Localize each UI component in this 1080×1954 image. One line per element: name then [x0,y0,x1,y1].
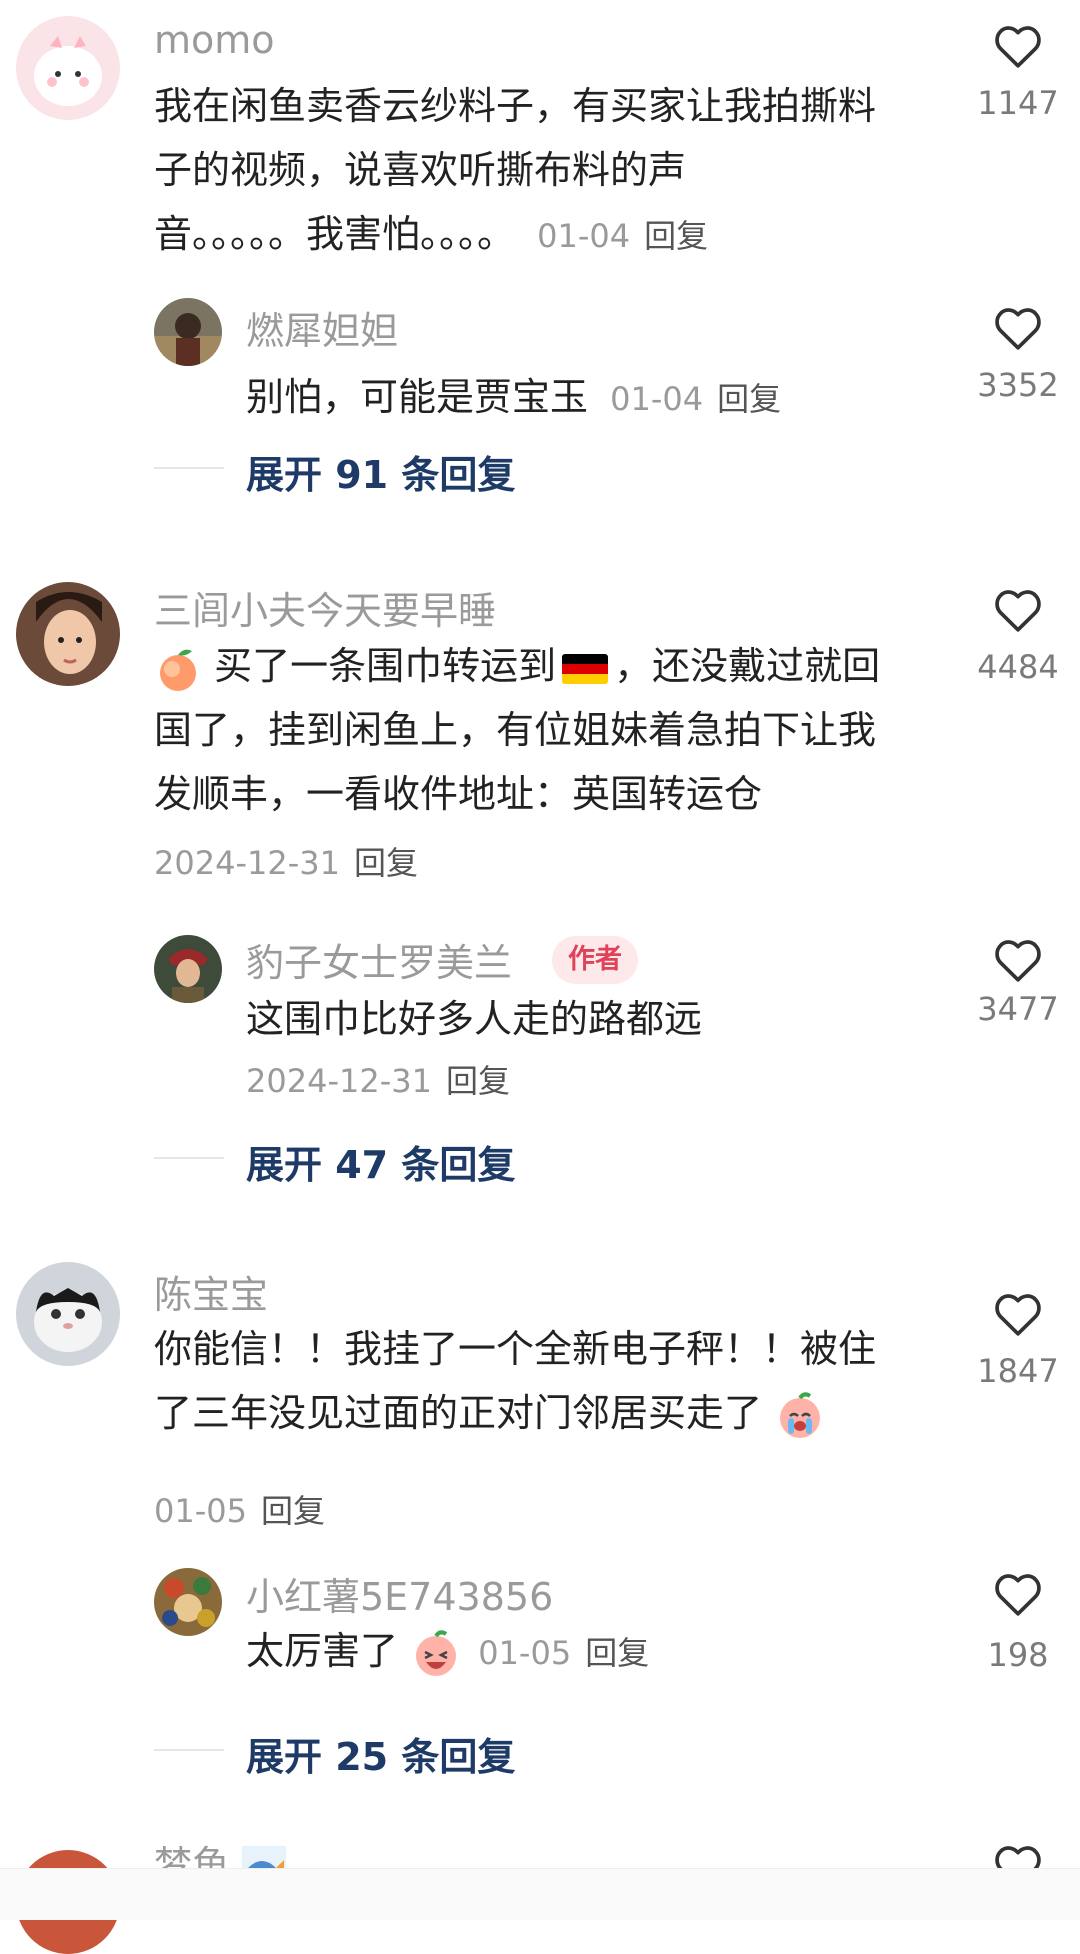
divider [154,467,224,469]
like-button[interactable] [990,1566,1046,1626]
comment-text-line: 国了，挂到闲鱼上，有位姐妹着急拍下让我 [154,708,877,752]
like-button[interactable] [990,582,1046,642]
like-button[interactable] [990,18,1046,78]
comment-text-line: 发顺丰，一看收件地址：英国转运仓 [154,772,763,816]
reply-button[interactable]: 回复 [446,1062,510,1100]
author-badge: 作者 [552,936,638,984]
like-button[interactable] [990,932,1046,992]
comment-author[interactable]: 陈宝宝 [154,1264,268,1319]
like-count: 4484 [977,648,1059,686]
reply-text: 这围巾比好多人走的路都远 [246,997,703,1041]
divider [154,1749,224,1751]
reply-button[interactable]: 回复 [585,1634,649,1672]
comment-text-line: 音。。。。。我害怕。。。。 [154,212,516,256]
divider [154,1157,224,1159]
reply-date: 01-05 [478,1634,572,1672]
avatar-momo[interactable] [16,16,120,120]
expand-replies-button[interactable]: 展开 47 条回复 [246,1134,515,1189]
reply-text: 太厉害了 01-05 回复 [246,1620,649,1680]
comment-author[interactable]: 三闾小夫今天要早睡 [154,580,496,635]
like-count: 3352 [977,366,1059,404]
reply-date: 2024-12-31 [246,1062,432,1100]
reply-text: 别怕，可能是贾宝玉 01-04 回复 [246,375,782,419]
peach-emoji [160,649,196,691]
reply-date: 01-04 [610,380,704,418]
reply-meta: 2024-12-31 回复 [246,1056,510,1102]
like-button[interactable] [990,1286,1046,1346]
comment-date: 2024-12-31 [154,844,340,882]
avatar-reply[interactable] [154,1568,222,1636]
bottom-input-bar[interactable] [0,1868,1080,1920]
heart-outline-icon [995,26,1041,68]
comment-text-line: 子的视频，说喜欢听撕布料的声 [154,148,687,192]
reply-button[interactable]: 回复 [354,844,418,882]
crying-emoji [780,1391,821,1438]
heart-outline-icon [995,308,1041,350]
comment-text: 买了一条围巾转运到 ，还没戴过就回 国了，挂到闲鱼上，有位姐妹着急拍下让我 发顺丰… [154,634,974,826]
comment-text-line: 你能信！！我挂了一个全新电子秤！！被住 [154,1327,877,1371]
expand-replies-button[interactable]: 展开 25 条回复 [246,1726,515,1781]
reply-author[interactable]: 小红薯5E743856 [246,1566,553,1621]
comment-text: 我在闲鱼卖香云纱料子，有买家让我拍撕料 子的视频，说喜欢听撕布料的声 音。。。。… [154,74,954,268]
reply-author[interactable]: 燃犀妲妲 [246,300,398,355]
reply-author[interactable]: 豹子女士罗美兰 [246,932,512,987]
avatar-reply[interactable] [154,298,222,366]
reply-button[interactable]: 回复 [717,380,781,418]
comment-text-line: 我在闲鱼卖香云纱料子，有买家让我拍撕料 [154,84,877,128]
avatar-cat[interactable] [16,1262,120,1366]
avatar-user[interactable] [16,582,120,686]
like-count: 1847 [977,1352,1059,1390]
comment-meta: 2024-12-31 回复 [154,838,418,884]
comment-meta: 01-05 回复 [154,1486,325,1532]
germany-flag-emoji [562,653,609,684]
reply-button[interactable]: 回复 [261,1492,325,1530]
expand-replies-button[interactable]: 展开 91 条回复 [246,444,515,499]
like-count: 3477 [977,990,1059,1028]
comment-date: 01-05 [154,1492,247,1530]
heart-outline-icon [995,590,1041,632]
comment-author[interactable]: momo [154,18,275,62]
laughing-emoji [416,1629,457,1676]
heart-outline-icon [995,1574,1041,1616]
comment-date: 01-04 [537,217,631,255]
comment-text: 你能信！！我挂了一个全新电子秤！！被住 了三年没见过面的正对门邻居买走了 [154,1317,974,1445]
like-count: 198 [987,1636,1049,1674]
heart-outline-icon [995,1294,1041,1336]
reply-button[interactable]: 回复 [644,217,708,255]
heart-outline-icon [995,940,1041,982]
like-button[interactable] [990,300,1046,360]
avatar-reply[interactable] [154,935,222,1003]
like-count: 1147 [977,84,1059,122]
